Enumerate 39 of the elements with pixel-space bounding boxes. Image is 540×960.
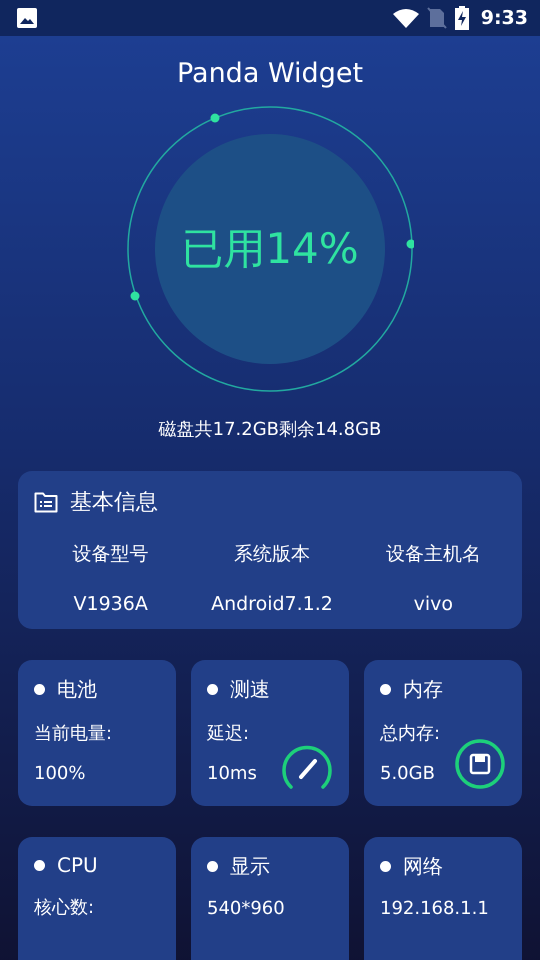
card-text: 10ms [207, 763, 258, 784]
card-text: 当前电量: [34, 722, 114, 745]
bullet-dot [380, 861, 391, 872]
card-title: 显示 [230, 853, 270, 880]
bullet-dot [380, 684, 391, 695]
battery-charging-icon [454, 6, 469, 30]
floppy-disk-icon [454, 738, 506, 790]
card-title: CPU [57, 853, 98, 877]
card-title: 电池 [57, 676, 97, 703]
card-text: 5.0GB [380, 763, 436, 784]
folder-list-icon [34, 492, 58, 512]
speedometer-icon [281, 744, 333, 790]
card-text: 100% [34, 763, 86, 784]
wifi-icon [392, 8, 419, 28]
image-icon [17, 8, 37, 28]
card-title: 网络 [403, 853, 443, 880]
card-title: 内存 [403, 676, 443, 703]
bullet-dot [207, 861, 218, 872]
no-sim-icon [426, 7, 447, 29]
card-text: 延迟: [207, 722, 250, 745]
info-value: vivo [412, 593, 454, 615]
section-title: 基本信息 [70, 489, 158, 517]
status-time: 9:33 [480, 7, 528, 29]
usage-percent: 已用14% [181, 223, 359, 275]
info-value: V1936A [72, 593, 149, 615]
card-text: 540*960 [207, 898, 286, 919]
bullet-dot [207, 684, 218, 695]
card-title: 测速 [230, 676, 270, 703]
bullet-dot [34, 684, 45, 695]
info-label: 设备主机名 [384, 542, 482, 567]
card-text: 总内存: [380, 722, 442, 745]
card-text: 192.168.1.1 [380, 898, 490, 919]
app-title: Panda Widget [176, 58, 364, 89]
bullet-dot [34, 860, 45, 870]
disk-summary: 磁盘共17.2GB剩余14.8GB [158, 418, 382, 441]
card-text: 核心数: [34, 896, 96, 919]
info-value: Android7.1.2 [210, 593, 334, 615]
info-label: 系统版本 [232, 542, 311, 567]
info-label: 设备型号 [72, 542, 150, 567]
